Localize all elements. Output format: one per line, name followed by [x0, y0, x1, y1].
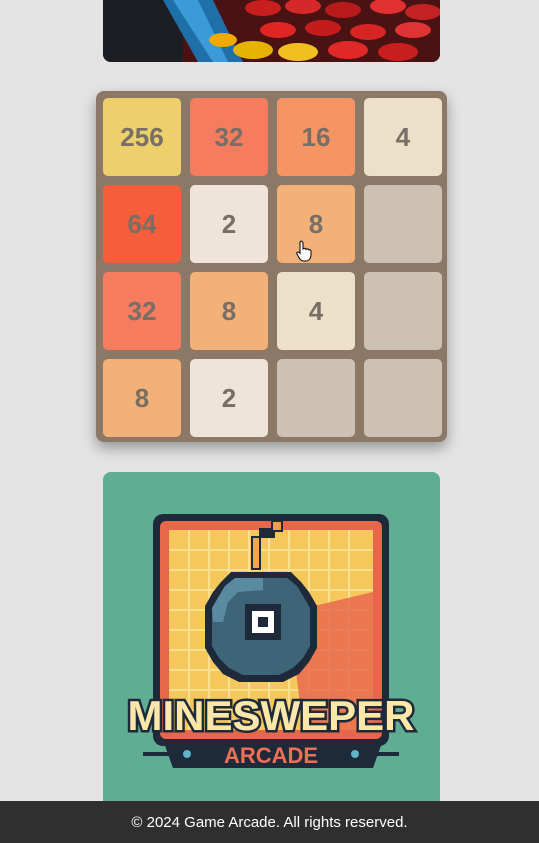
minesweeper-title-text: MINESWEPER	[127, 692, 414, 739]
tile-empty	[364, 359, 442, 437]
tile-32: 32	[103, 272, 181, 350]
tile-empty	[364, 272, 442, 350]
tile-4: 4	[364, 98, 442, 176]
minesweeper-logo-image: MINESWEPER ARCADE	[103, 472, 440, 817]
game-2048-board[interactable]: 256 32 16 4 64 2 8 32 8 4 8 2	[96, 91, 447, 442]
hand-cursor-icon	[296, 240, 312, 262]
tile-2: 2	[190, 185, 268, 263]
tile-32: 32	[190, 98, 268, 176]
tile-8: 8	[190, 272, 268, 350]
tile-8: 8	[103, 359, 181, 437]
tile-empty	[277, 359, 355, 437]
checkers-thumbnail-image	[103, 0, 440, 62]
footer: © 2024 Game Arcade. All rights reserved.	[0, 801, 539, 843]
footer-copyright-text: © 2024 Game Arcade. All rights reserved.	[131, 813, 408, 831]
checkers-game-card[interactable]	[103, 0, 440, 62]
tile-empty	[364, 185, 442, 263]
tile-64: 64	[103, 185, 181, 263]
minesweeper-subtitle-text: ARCADE	[224, 743, 318, 768]
tile-2: 2	[190, 359, 268, 437]
tile-4: 4	[277, 272, 355, 350]
tile-8: 8	[277, 185, 355, 263]
minesweeper-game-card[interactable]: MINESWEPER ARCADE	[103, 472, 440, 817]
tile-256: 256	[103, 98, 181, 176]
tile-16: 16	[277, 98, 355, 176]
